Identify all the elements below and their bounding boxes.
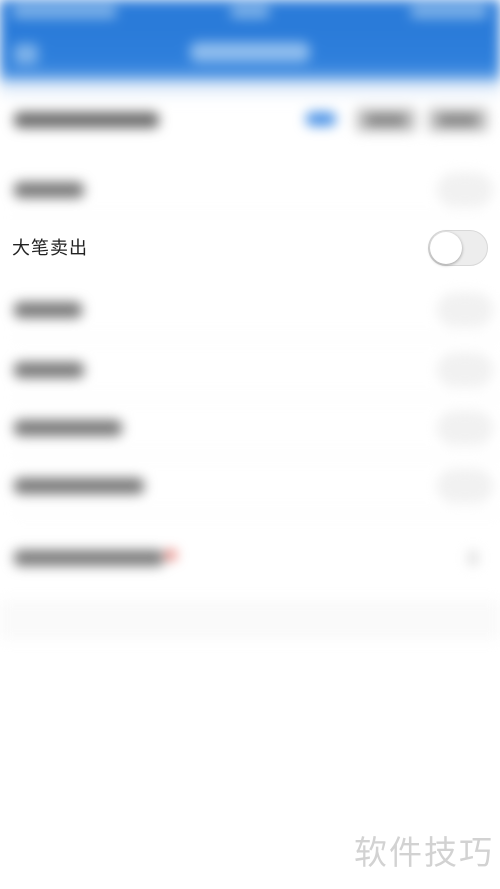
divider xyxy=(14,217,500,218)
header-shadow xyxy=(0,80,500,100)
setting-row-5-label xyxy=(14,420,122,436)
setting-row-3-label xyxy=(14,302,82,318)
status-battery xyxy=(410,6,488,18)
setting-row-1[interactable] xyxy=(0,160,500,218)
order-settings-label xyxy=(14,112,159,128)
page-title xyxy=(190,42,310,62)
toggle-knob xyxy=(430,232,462,264)
setting-row-7-label xyxy=(14,550,164,566)
setting-row-1-toggle[interactable] xyxy=(438,174,492,206)
order-settings-value xyxy=(306,112,336,126)
order-option-button-1[interactable] xyxy=(356,108,416,132)
app-screen: 大笔卖出 软件技巧 xyxy=(0,0,500,889)
setting-row-large-sell: 大笔卖出 xyxy=(0,220,500,278)
chevron-right-icon[interactable] xyxy=(468,551,478,565)
status-bar xyxy=(0,0,500,28)
status-time xyxy=(230,6,270,18)
large-sell-label: 大笔卖出 xyxy=(12,238,88,259)
divider xyxy=(14,337,500,338)
order-settings-row xyxy=(0,100,500,142)
setting-row-6[interactable] xyxy=(0,456,500,514)
section-separator xyxy=(0,600,500,640)
watermark: 软件技巧 xyxy=(354,833,494,872)
status-carrier xyxy=(12,6,117,18)
divider xyxy=(14,513,500,514)
setting-row-4-toggle[interactable] xyxy=(438,354,492,386)
navigation-bar xyxy=(0,28,500,80)
setting-row-6-toggle[interactable] xyxy=(438,470,492,502)
setting-row-1-label xyxy=(14,182,84,198)
setting-row-6-label xyxy=(14,478,144,494)
large-sell-toggle[interactable] xyxy=(428,230,488,266)
setting-row-5-toggle[interactable] xyxy=(438,412,492,444)
setting-row-3-toggle[interactable] xyxy=(438,294,492,326)
setting-row-3[interactable] xyxy=(0,280,500,338)
setting-row-4-label xyxy=(14,362,84,378)
setting-row-5[interactable] xyxy=(0,398,500,456)
order-option-button-2[interactable] xyxy=(428,108,488,132)
back-arrow-icon[interactable] xyxy=(14,44,38,64)
notification-dot xyxy=(166,550,176,560)
setting-row-4[interactable] xyxy=(0,340,500,398)
blurred-background xyxy=(0,0,500,889)
